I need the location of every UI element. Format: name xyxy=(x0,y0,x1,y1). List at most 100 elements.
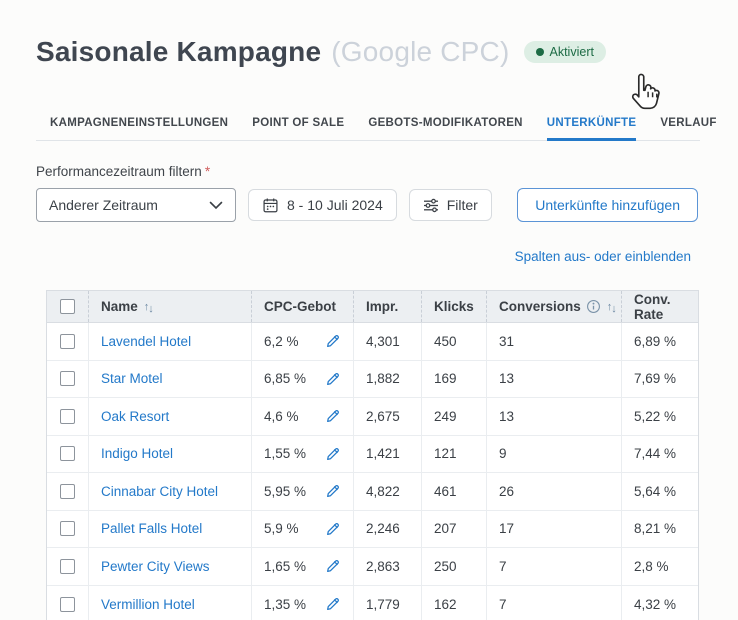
table-header-row: Name ↑↓ CPC-Gebot Impr. Klicks Conversio… xyxy=(47,291,698,323)
table-row: Lavendel Hotel 6,2 % 4,301 450 31 6,89 % xyxy=(47,323,698,361)
row-checkbox-cell xyxy=(47,323,88,360)
date-range-button[interactable]: 8 - 10 Juli 2024 xyxy=(248,189,397,221)
column-header-cpc: CPC-Gebot xyxy=(251,291,353,322)
hand-cursor-icon xyxy=(628,72,664,119)
impressions-value: 4,301 xyxy=(353,323,421,360)
conversions-value: 9 xyxy=(486,436,621,473)
tab-point-of-sale[interactable]: POINT OF SALE xyxy=(252,117,344,141)
page-header: Saisonale Kampagne (Google CPC) Aktivier… xyxy=(36,36,606,68)
conv-rate-value: 6,89 % xyxy=(621,323,698,360)
table-body: Lavendel Hotel 6,2 % 4,301 450 31 6,89 %… xyxy=(47,323,698,620)
conversions-value: 7 xyxy=(486,548,621,585)
add-accommodations-button[interactable]: Unterkünfte hinzufügen xyxy=(517,188,698,222)
period-dropdown[interactable]: Anderer Zeitraum xyxy=(36,188,236,222)
conv-rate-value: 7,69 % xyxy=(621,361,698,398)
column-header-impressions: Impr. xyxy=(353,291,421,322)
hotel-name-link[interactable]: Indigo Hotel xyxy=(101,446,173,461)
cpc-cell: 1,55 % xyxy=(251,436,353,473)
period-dropdown-value: Anderer Zeitraum xyxy=(49,197,158,213)
row-checkbox[interactable] xyxy=(60,559,75,574)
cpc-value: 4,6 % xyxy=(264,409,299,424)
conversions-value: 7 xyxy=(486,586,621,620)
filter-label: Performancezeitraum filtern* xyxy=(36,164,210,179)
cpc-value: 1,65 % xyxy=(264,559,306,574)
clicks-value: 169 xyxy=(421,361,486,398)
hotel-name-link[interactable]: Vermillion Hotel xyxy=(101,597,195,612)
filter-controls: Anderer Zeitraum 8 - 10 Juli 2024 Filter xyxy=(36,188,492,222)
select-all-checkbox[interactable] xyxy=(60,299,75,314)
table-row: Pewter City Views 1,65 % 2,863 250 7 2,8… xyxy=(47,548,698,586)
edit-pencil-icon[interactable] xyxy=(325,408,341,424)
hotel-name-link[interactable]: Pewter City Views xyxy=(101,559,210,574)
cpc-value: 6,85 % xyxy=(264,371,306,386)
column-header-conversions[interactable]: Conversions ↑↓ xyxy=(486,291,621,322)
hotel-name-link[interactable]: Lavendel Hotel xyxy=(101,334,191,349)
row-checkbox[interactable] xyxy=(60,484,75,499)
hotel-name-link[interactable]: Pallet Falls Hotel xyxy=(101,521,202,536)
row-checkbox-cell xyxy=(47,473,88,510)
sort-icon[interactable]: ↑↓ xyxy=(144,301,153,313)
chevron-down-icon xyxy=(209,201,223,210)
edit-pencil-icon[interactable] xyxy=(325,371,341,387)
conv-rate-value: 5,22 % xyxy=(621,398,698,435)
impressions-value: 1,779 xyxy=(353,586,421,620)
impressions-value: 1,421 xyxy=(353,436,421,473)
conv-rate-value: 2,8 % xyxy=(621,548,698,585)
header-checkbox-cell xyxy=(47,291,88,322)
hotel-name-link[interactable]: Cinnabar City Hotel xyxy=(101,484,218,499)
impressions-value: 1,882 xyxy=(353,361,421,398)
table-row: Oak Resort 4,6 % 2,675 249 13 5,22 % xyxy=(47,398,698,436)
row-checkbox[interactable] xyxy=(60,409,75,424)
clicks-value: 461 xyxy=(421,473,486,510)
tab-unterk-nfte[interactable]: UNTERKÜNFTE xyxy=(547,117,637,141)
cpc-cell: 6,2 % xyxy=(251,323,353,360)
table-row: Pallet Falls Hotel 5,9 % 2,246 207 17 8,… xyxy=(47,511,698,549)
conv-rate-value: 5,64 % xyxy=(621,473,698,510)
edit-pencil-icon[interactable] xyxy=(325,558,341,574)
row-checkbox[interactable] xyxy=(60,371,75,386)
row-checkbox[interactable] xyxy=(60,521,75,536)
cpc-cell: 5,95 % xyxy=(251,473,353,510)
filter-button[interactable]: Filter xyxy=(409,189,492,221)
hotel-name-link[interactable]: Oak Resort xyxy=(101,409,169,424)
row-checkbox-cell xyxy=(47,548,88,585)
cpc-value: 1,55 % xyxy=(264,446,306,461)
clicks-value: 249 xyxy=(421,398,486,435)
conversions-value: 26 xyxy=(486,473,621,510)
tab-kampagneneinstellungen[interactable]: KAMPAGNENEINSTELLUNGEN xyxy=(50,117,228,141)
info-icon[interactable] xyxy=(586,299,601,314)
column-header-name[interactable]: Name ↑↓ xyxy=(88,291,251,322)
edit-pencil-icon[interactable] xyxy=(325,446,341,462)
clicks-value: 207 xyxy=(421,511,486,548)
toggle-columns-link[interactable]: Spalten aus- oder einblenden xyxy=(515,249,691,264)
clicks-value: 162 xyxy=(421,586,486,620)
accommodations-table: Name ↑↓ CPC-Gebot Impr. Klicks Conversio… xyxy=(46,290,699,620)
edit-pencil-icon[interactable] xyxy=(325,333,341,349)
edit-pencil-icon[interactable] xyxy=(325,596,341,612)
tab-verlauf[interactable]: VERLAUF xyxy=(660,117,716,141)
page-title: Saisonale Kampagne xyxy=(36,36,321,68)
status-badge-label: Aktiviert xyxy=(550,45,594,59)
calendar-icon xyxy=(262,197,279,214)
table-row: Vermillion Hotel 1,35 % 1,779 162 7 4,32… xyxy=(47,586,698,620)
page-subtitle: (Google CPC) xyxy=(331,36,509,68)
edit-pencil-icon[interactable] xyxy=(325,521,341,537)
impressions-value: 2,863 xyxy=(353,548,421,585)
table-row: Star Motel 6,85 % 1,882 169 13 7,69 % xyxy=(47,361,698,399)
cpc-value: 6,2 % xyxy=(264,334,299,349)
cpc-value: 5,95 % xyxy=(264,484,306,499)
hotel-name-link[interactable]: Star Motel xyxy=(101,371,163,386)
filter-button-label: Filter xyxy=(447,197,478,213)
row-checkbox[interactable] xyxy=(60,334,75,349)
table-row: Indigo Hotel 1,55 % 1,421 121 9 7,44 % xyxy=(47,436,698,474)
tab-gebots-modifikatoren[interactable]: GEBOTS-MODIFIKATOREN xyxy=(368,117,522,141)
row-checkbox-cell xyxy=(47,361,88,398)
row-checkbox[interactable] xyxy=(60,597,75,612)
cpc-value: 1,35 % xyxy=(264,597,306,612)
campaign-page: { "page": { "title": "Saisonale Kampagne… xyxy=(0,0,738,620)
cpc-cell: 4,6 % xyxy=(251,398,353,435)
edit-pencil-icon[interactable] xyxy=(325,483,341,499)
row-checkbox[interactable] xyxy=(60,446,75,461)
clicks-value: 250 xyxy=(421,548,486,585)
sort-icon[interactable]: ↑↓ xyxy=(607,301,616,313)
